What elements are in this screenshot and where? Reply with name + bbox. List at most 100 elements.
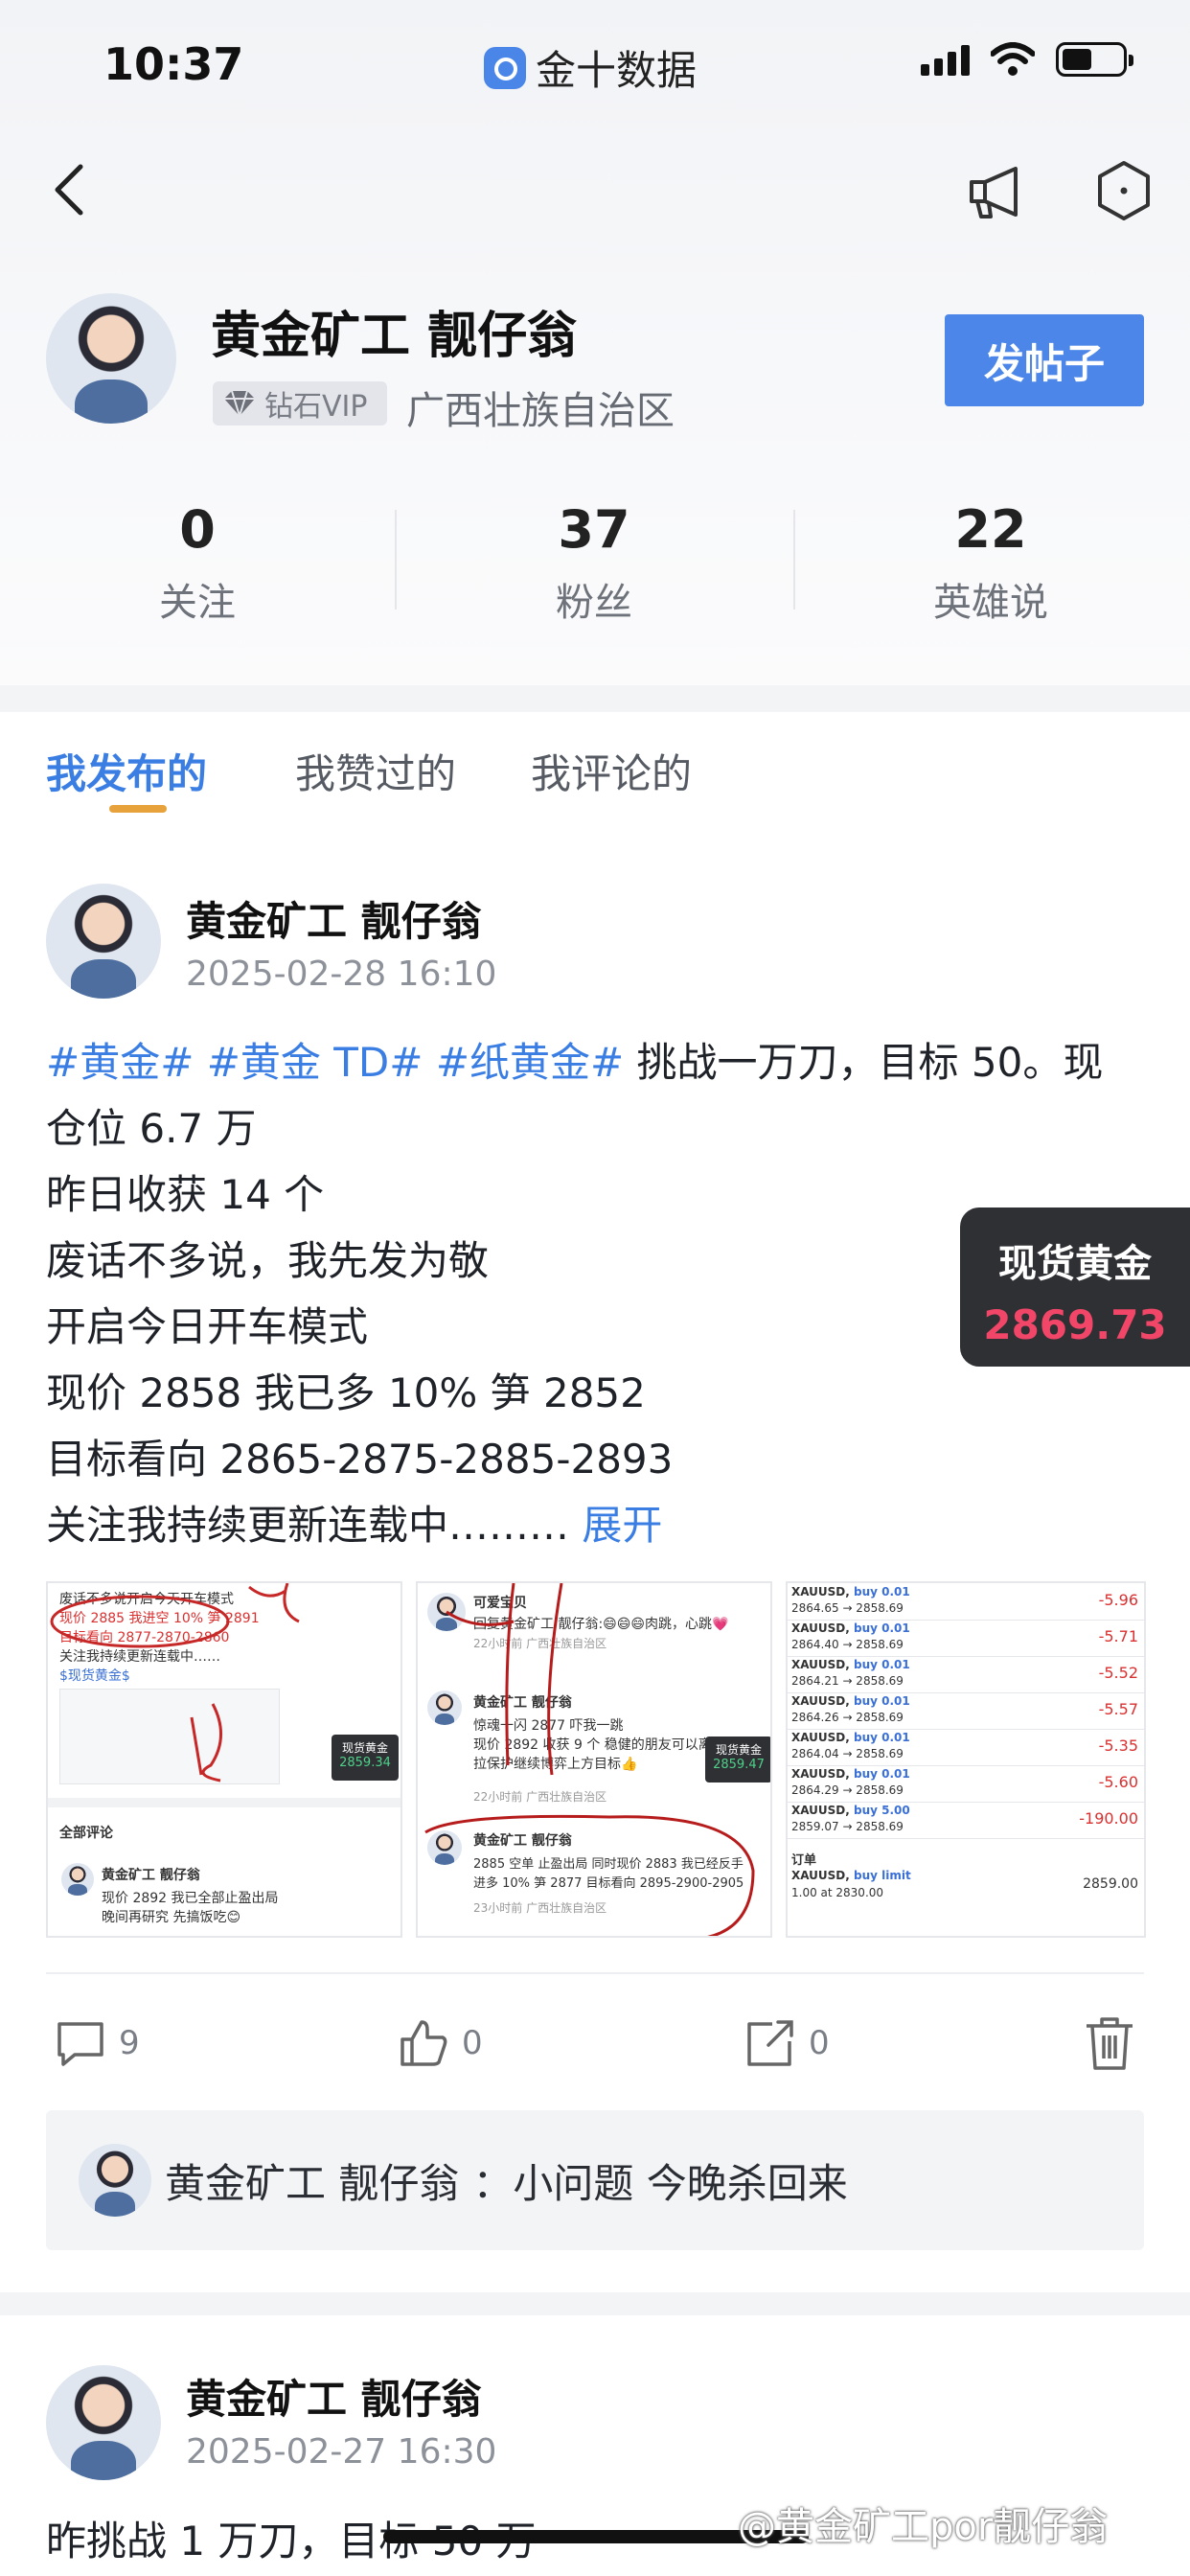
post-timestamp: 2025-02-27 16:30 <box>186 2432 497 2472</box>
stat-fans[interactable]: 37 粉丝 <box>450 500 738 627</box>
post-author-name[interactable]: 黄金矿工 靓仔翁 <box>186 889 482 948</box>
post-timestamp: 2025-02-28 16:10 <box>186 954 497 994</box>
post-image-1[interactable]: 废话不多说开启今天开车模式 现价 2885 我进空 10% 笋 2891 目标看… <box>46 1581 402 1938</box>
stat-hero-posts[interactable]: 22 英雄说 <box>847 500 1134 627</box>
trade-symbol-text: XAUUSD <box>791 1767 846 1781</box>
post-separator <box>0 2292 1190 2315</box>
trade-row-divider <box>788 1620 1144 1621</box>
post-image-2[interactable]: 可爱宝贝 回复黄金矿工 靓仔翁:😄😄😄肉跳，心跳💗 22小时前 广西壮族自治区 … <box>416 1581 772 1938</box>
trade-symbol: XAUUSD, buy 0.01 <box>791 1585 910 1598</box>
gold-price-widget[interactable]: 现货黄金 2869.73 <box>960 1208 1190 1367</box>
comment-action[interactable]: 9 <box>54 2016 140 2070</box>
stat-following-value: 0 <box>179 499 216 560</box>
gold-price-value: 2869.73 <box>983 1301 1167 1348</box>
trade-symbol: XAUUSD, buy 0.01 <box>791 1731 910 1744</box>
trade-price-path: 2864.04 → 2858.69 <box>791 1747 904 1760</box>
vip-badge: 钻石VIP <box>213 381 387 426</box>
stat-hero-posts-label: 英雄说 <box>933 581 1048 625</box>
delete-icon[interactable] <box>1083 2014 1136 2072</box>
trade-pnl: -5.60 <box>1098 1773 1138 1791</box>
diamond-icon <box>224 390 255 418</box>
trade-side: buy 0.01 <box>854 1694 910 1708</box>
gold-price-label: 现货黄金 <box>998 1242 1152 1286</box>
tab-my-likes[interactable]: 我赞过的 <box>295 742 456 800</box>
trade-symbol: XAUUSD, buy 0.01 <box>791 1694 910 1708</box>
trade-pnl: -5.71 <box>1098 1627 1138 1645</box>
expand-link[interactable]: 展开 <box>582 1502 662 1549</box>
stat-fans-label: 粉丝 <box>556 581 632 625</box>
trade-row-divider <box>788 1729 1144 1730</box>
trade-symbol: XAUUSD, buy 0.01 <box>791 1622 910 1635</box>
trade-pnl: -5.52 <box>1098 1664 1138 1682</box>
trade-symbol-text: XAUUSD <box>791 1622 846 1635</box>
handwriting-overlay <box>50 1583 300 1782</box>
order-row: XAUUSD, buy limit <box>791 1869 911 1882</box>
status-app-indicator: 金十数据 <box>484 38 697 97</box>
trade-side: buy 0.01 <box>854 1585 910 1598</box>
status-time: 10:37 <box>103 38 244 90</box>
trade-symbol: XAUUSD, buy 0.01 <box>791 1658 910 1671</box>
trade-price-path: 2864.29 → 2858.69 <box>791 1783 904 1797</box>
post-line: 关注我持续更新连载中……… 展开 <box>46 1492 1148 1558</box>
thumbs-up-icon <box>400 2020 447 2066</box>
stat-divider <box>793 510 795 610</box>
order-symbol: XAUUSD <box>791 1869 846 1882</box>
profile-avatar[interactable] <box>46 293 176 424</box>
post-text: 关注我持续更新连载中……… <box>46 1502 583 1549</box>
post-line: 现价 2858 我已多 10% 笋 2852 <box>46 1369 646 1416</box>
order-price: 2859.00 <box>1083 1876 1138 1892</box>
trade-symbol: XAUUSD, buy 0.01 <box>791 1767 910 1781</box>
trade-price-path: 2859.07 → 2858.69 <box>791 1820 904 1833</box>
section-gap <box>0 685 1190 712</box>
stat-divider <box>395 510 397 610</box>
trade-symbol-text: XAUUSD <box>791 1731 846 1744</box>
comment-author: 黄金矿工 靓仔翁 <box>165 2159 460 2207</box>
trade-pnl: -5.96 <box>1098 1591 1138 1609</box>
battery-icon <box>1056 42 1133 77</box>
tab-my-comments[interactable]: 我评论的 <box>531 742 692 800</box>
trade-side: buy 0.01 <box>854 1658 910 1671</box>
comment-icon <box>57 2022 103 2066</box>
vip-badge-label: 钻石VIP <box>264 390 368 424</box>
new-post-button[interactable]: 发帖子 <box>945 314 1144 406</box>
trade-symbol-text: XAUUSD <box>791 1658 846 1671</box>
status-app-name: 金十数据 <box>536 47 698 94</box>
trade-symbol-text: XAUUSD <box>791 1585 846 1598</box>
post-text: 挑战一万刀，目标 50。现 <box>624 1039 1104 1086</box>
trade-price-path: 2864.26 → 2858.69 <box>791 1711 904 1724</box>
trade-row-divider <box>788 1692 1144 1693</box>
wifi-icon <box>991 42 1035 76</box>
post-line: 目标看向 2865-2875-2885-2893 <box>46 1436 674 1483</box>
post-divider <box>46 1972 1144 1974</box>
top-comment[interactable]: 黄金矿工 靓仔翁 ：小问题 今晚杀回来 <box>46 2110 1144 2250</box>
order-side: buy limit <box>854 1869 911 1882</box>
post-author-avatar[interactable] <box>46 884 161 999</box>
trade-row-divider <box>788 1765 1144 1766</box>
share-count: 0 <box>809 2024 830 2062</box>
app-logo-icon <box>484 46 526 89</box>
settings-hex-icon[interactable] <box>1092 159 1156 222</box>
trade-symbol-text: XAUUSD <box>791 1804 846 1817</box>
trade-side: buy 0.01 <box>854 1767 910 1781</box>
post-hashtags[interactable]: #黄金# #黄金 TD# #纸黄金# <box>46 1039 624 1086</box>
post-image-3[interactable]: XAUUSD, buy 0.01 2864.65 → 2858.69 -5.96 XA… <box>786 1581 1146 1938</box>
share-action[interactable]: 0 <box>744 2016 830 2070</box>
post-author-avatar[interactable] <box>46 2365 161 2480</box>
tab-my-posts[interactable]: 我发布的 <box>46 742 207 800</box>
comment-text: ：小问题 今晚杀回来 <box>472 2159 848 2207</box>
announcement-icon[interactable] <box>966 163 1029 220</box>
orders-label: 订单 <box>791 1853 817 1868</box>
back-icon[interactable] <box>46 161 94 218</box>
trade-pnl: -5.35 <box>1098 1736 1138 1755</box>
trade-price-path: 2864.21 → 2858.69 <box>791 1674 904 1688</box>
post-author-name[interactable]: 黄金矿工 靓仔翁 <box>186 2367 482 2426</box>
like-count: 0 <box>462 2024 483 2062</box>
profile-name: 黄金矿工 靓仔翁 <box>211 308 578 365</box>
active-tab-indicator <box>109 805 167 813</box>
like-action[interactable]: 0 <box>397 2016 483 2070</box>
trade-row-divider <box>788 1802 1144 1803</box>
comment-count: 9 <box>119 2024 140 2062</box>
stat-following[interactable]: 0 关注 <box>54 500 341 627</box>
trade-row-divider <box>788 1838 1144 1839</box>
stat-hero-posts-value: 22 <box>954 499 1027 560</box>
